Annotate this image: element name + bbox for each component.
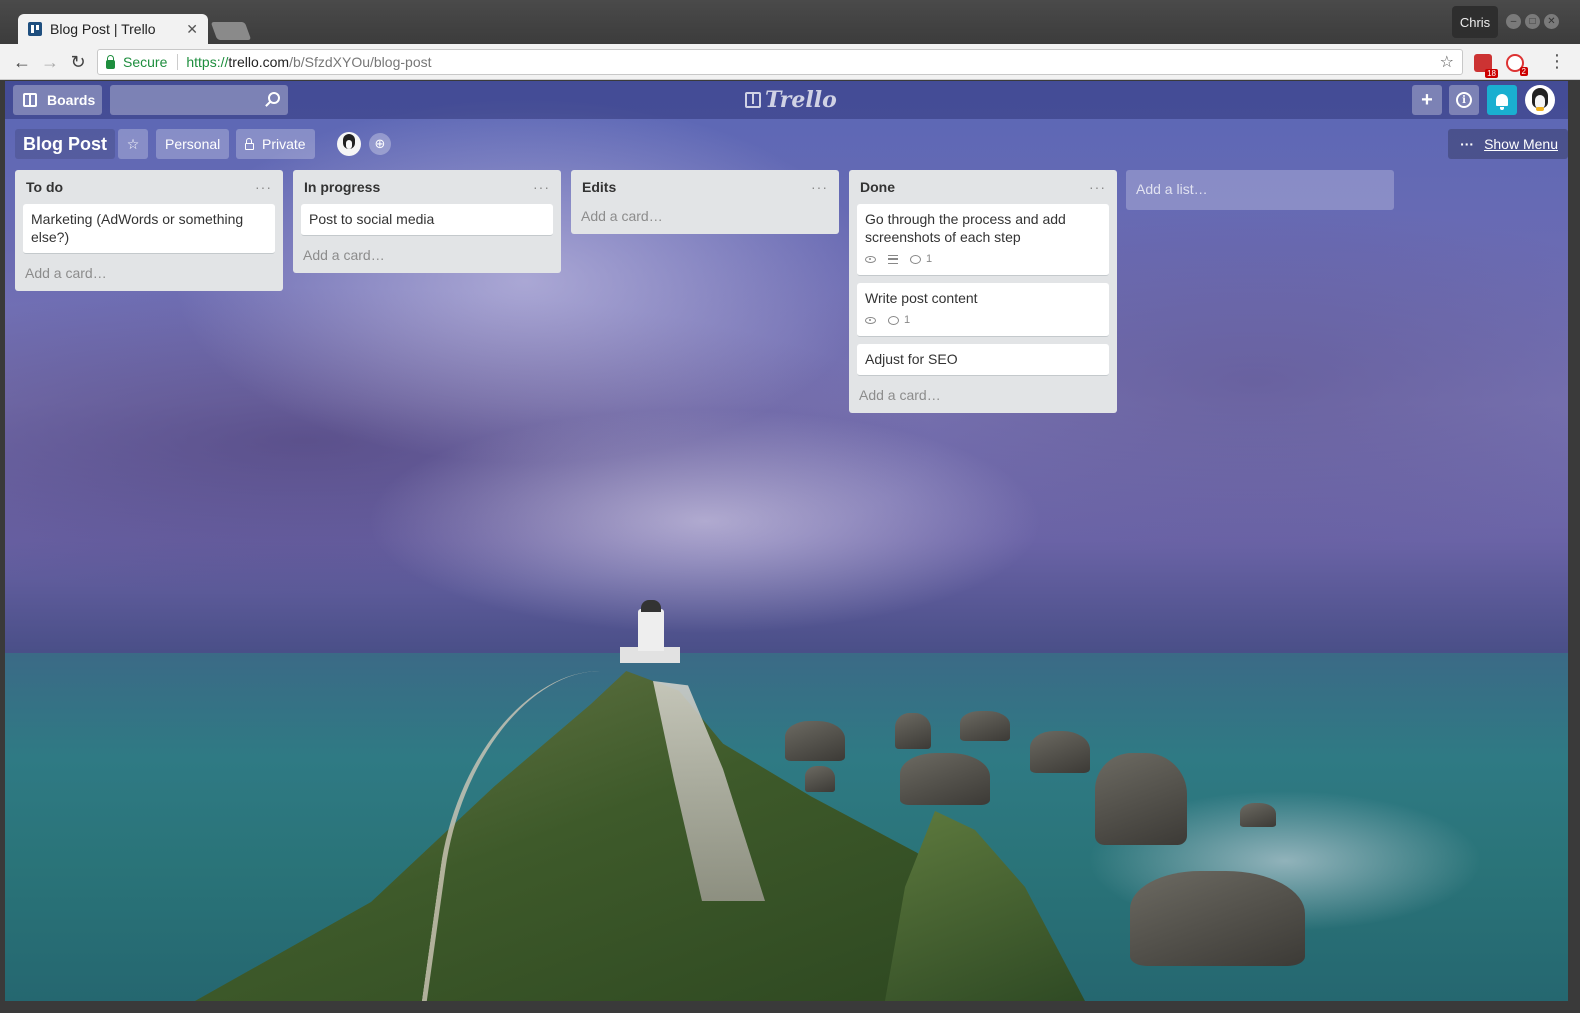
add-card-button[interactable]: Add a card… [857,383,1109,407]
browser-titlebar: Blog Post | Trello ✕ Chris – □ ✕ [0,0,1580,44]
card-badges: 1 [865,250,1101,268]
comment-icon [888,315,899,325]
card-title: Marketing (AdWords or something else?) [31,211,244,245]
trello-board-page: Boards Trello + i Blog Post ☆ Personal P… [5,81,1568,1001]
comment-count: 1 [904,314,911,326]
list-menu-icon[interactable]: ··· [1089,179,1106,195]
lock-icon [106,54,115,69]
board-title[interactable]: Blog Post [15,129,115,159]
card-title: Post to social media [309,211,435,227]
boards-button[interactable]: Boards [13,85,102,115]
card[interactable]: Post to social media [301,204,553,236]
info-button[interactable]: i [1449,85,1479,115]
list-header[interactable]: To do ··· [23,170,275,204]
card-title: Adjust for SEO [865,351,958,367]
member-avatar[interactable] [337,132,361,156]
close-window-icon[interactable]: ✕ [1544,14,1559,29]
list-in-progress: In progress ··· Post to social media Add… [293,170,561,273]
add-card-button[interactable]: Add a card… [301,243,553,267]
close-tab-icon[interactable]: ✕ [186,21,198,38]
comment-icon [910,254,921,264]
background-lighthouse [638,609,664,651]
list-done: Done ··· Go through the process and add … [849,170,1117,413]
bookmark-star-icon[interactable]: ☆ [1440,52,1454,72]
browser-menu-icon[interactable]: ⋮ [1548,52,1566,70]
extension-badge: 2 [1519,67,1528,76]
show-menu-button[interactable]: ··· Show Menu [1448,129,1568,159]
star-board-button[interactable]: ☆ [118,129,148,159]
list-to-do: To do ··· Marketing (AdWords or somethin… [15,170,283,291]
info-icon: i [1456,92,1472,108]
card-title: Write post content [865,290,978,306]
show-menu-label: Show Menu [1484,136,1558,152]
list-title[interactable]: Done [860,179,895,195]
url-host: trello.com [228,54,290,70]
add-member-icon[interactable]: ⊕ [369,133,391,155]
secure-label: Secure [123,54,168,70]
trello-header: Boards Trello + i [5,81,1568,119]
tab-title: Blog Post | Trello [50,21,156,37]
card-title: Go through the process and add screensho… [865,211,1066,245]
lock-icon [245,137,254,150]
add-card-button[interactable]: Add a card… [579,204,831,228]
card[interactable]: Write post content 1 [857,283,1109,337]
description-icon [888,254,898,264]
user-avatar[interactable] [1525,85,1555,115]
list-title[interactable]: In progress [304,179,380,195]
create-button[interactable]: + [1412,85,1442,115]
ellipsis-icon: ··· [1460,136,1475,152]
search-icon[interactable] [268,92,280,104]
calendar-extension-icon[interactable]: 18 [1474,54,1498,78]
url-path: /b/SfzdXYOu/blog-post [289,54,432,70]
back-arrow-icon[interactable]: ← [10,50,34,74]
card-badges: 1 [865,311,1101,329]
list-menu-icon[interactable]: ··· [255,179,272,195]
card[interactable]: Go through the process and add screensho… [857,204,1109,276]
team-button[interactable]: Personal [156,129,230,159]
forward-arrow-icon[interactable]: → [38,50,62,74]
url-scheme: https:// [186,54,229,70]
search-input[interactable] [110,85,288,115]
list-title[interactable]: To do [26,179,63,195]
list-header[interactable]: Done ··· [857,170,1109,204]
boards-label: Boards [47,92,96,108]
bell-icon [1496,94,1508,110]
trello-logo[interactable]: Trello [745,87,837,113]
notification-extension-icon[interactable]: 2 [1506,54,1528,76]
add-list-button[interactable]: Add a list… [1126,170,1394,210]
list-menu-icon[interactable]: ··· [811,179,828,195]
browser-tab[interactable]: Blog Post | Trello ✕ [18,14,208,44]
reload-icon[interactable]: ↻ [66,50,90,74]
extension-badge: 18 [1485,69,1498,78]
list-edits: Edits ··· Add a card… [571,170,839,234]
card[interactable]: Marketing (AdWords or something else?) [23,204,275,254]
list-header[interactable]: In progress ··· [301,170,553,204]
trello-favicon-icon [28,22,42,36]
logo-text: Trello [765,87,837,113]
notifications-button[interactable] [1487,85,1517,115]
star-icon: ☆ [126,135,140,152]
list-menu-icon[interactable]: ··· [533,179,550,195]
list-header[interactable]: Edits ··· [579,170,831,204]
maximize-icon[interactable]: □ [1525,14,1540,29]
browser-toolbar: ← → ↻ Secure https://trello.com/b/SfzdXY… [0,44,1580,80]
list-title[interactable]: Edits [582,179,616,195]
plus-icon: + [1421,88,1433,111]
card[interactable]: Adjust for SEO [857,344,1109,376]
visibility-button[interactable]: Private [236,129,315,159]
watching-eye-icon [865,255,876,263]
boards-icon [23,93,37,107]
new-tab-button[interactable] [210,22,252,40]
minimize-icon[interactable]: – [1506,14,1521,29]
trello-logo-icon [745,92,761,108]
address-bar[interactable]: Secure https://trello.com/b/SfzdXYOu/blo… [97,49,1463,75]
comment-count: 1 [926,253,933,265]
watching-eye-icon [865,316,876,324]
visibility-label: Private [262,136,306,152]
profile-name[interactable]: Chris [1452,6,1498,38]
add-card-button[interactable]: Add a card… [23,261,275,285]
